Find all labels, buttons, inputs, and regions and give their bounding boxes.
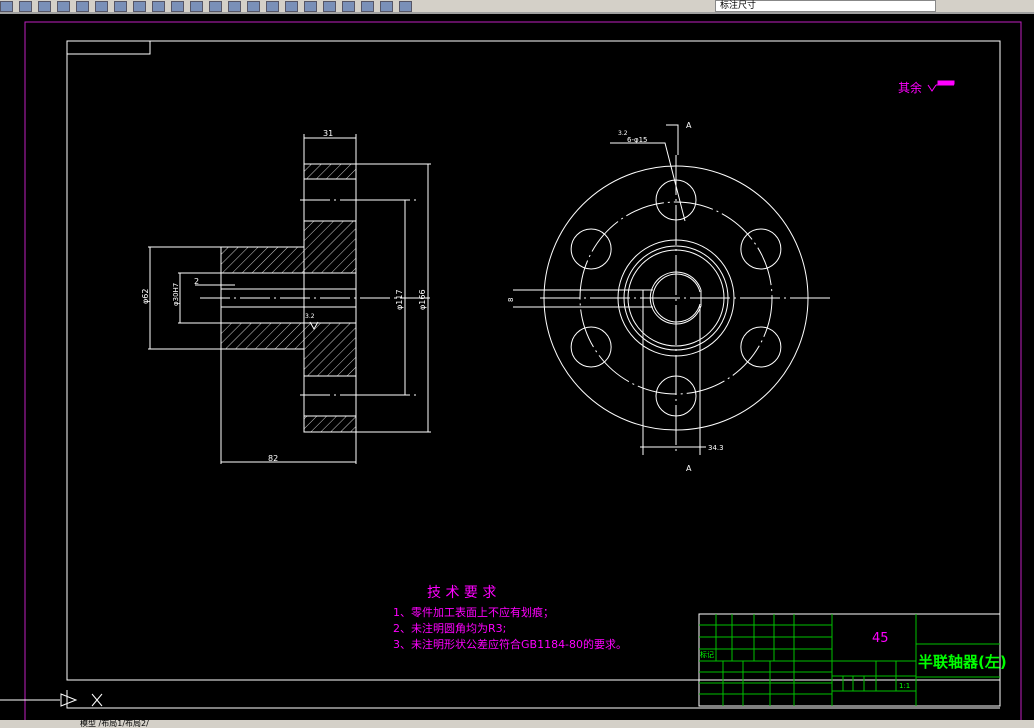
print-icon[interactable]: [19, 0, 32, 12]
preview-icon[interactable]: [38, 0, 51, 12]
dim-holes: 6-φ15: [627, 136, 648, 144]
status-bar: 模型 /布局1/布局2/: [0, 720, 1034, 728]
tool-palette-icon[interactable]: [304, 0, 317, 12]
zoom-realtime-icon[interactable]: [209, 0, 222, 12]
calculator-icon[interactable]: [361, 0, 374, 12]
scale: 1:1: [899, 682, 910, 690]
dim-width-bottom: 82: [268, 454, 278, 463]
requirements-title: 技 术 要 求: [427, 585, 496, 601]
dim-bolt-diameter: φ117: [395, 289, 404, 310]
layer-value: 标注尺寸: [720, 1, 757, 11]
frame-corner-box: [66, 40, 151, 55]
front-view: [513, 124, 830, 455]
mark-label: 标记: [700, 650, 714, 659]
requirement-3: 3、未注明形状公差应符合GB1184-80的要求。: [393, 637, 627, 651]
dim-width-top: 31: [323, 129, 333, 138]
sheet-set-icon[interactable]: [323, 0, 336, 12]
dim-hub-diameter: φ62: [141, 289, 150, 304]
layer-dropdown[interactable]: 标注尺寸: [715, 0, 936, 12]
dim-key-depth: 34.3: [708, 444, 724, 452]
dim-bore-diameter: φ30H7: [172, 283, 180, 306]
markup-icon[interactable]: [342, 0, 355, 12]
bolt-hole: [570, 228, 612, 270]
dim-key-width: 8: [507, 298, 515, 302]
pan-icon[interactable]: [190, 0, 203, 12]
ucs-icon: [0, 690, 1000, 709]
paste-icon[interactable]: [114, 0, 127, 12]
help-icon[interactable]: [380, 0, 393, 12]
undo-icon[interactable]: [152, 0, 165, 12]
cut-icon[interactable]: [76, 0, 89, 12]
drawing-canvas[interactable]: 其余 31 82 2 3.2 φ117 φ166 φ62 φ30H7 A A 3…: [0, 14, 1034, 720]
dim-outer-diameter: φ166: [418, 289, 427, 310]
bolt-hole: [740, 228, 782, 270]
tab-model[interactable]: 模型: [80, 719, 96, 728]
bolt-hole: [570, 326, 612, 368]
layer-manager-icon[interactable]: [399, 0, 412, 12]
part-name: 半联轴器(左): [918, 653, 1007, 671]
properties-icon[interactable]: [266, 0, 279, 12]
drawing-frame: [66, 40, 1001, 681]
publish-icon[interactable]: [57, 0, 70, 12]
roughness-symbol-icon: [927, 80, 955, 92]
requirement-1: 1、零件加工表面上不应有划痕；: [393, 605, 554, 619]
surface-note: 其余: [898, 80, 922, 95]
dim-roughness-left: 3.2: [305, 313, 315, 320]
zoom-window-icon[interactable]: [228, 0, 241, 12]
tab-layouts[interactable]: /布局1/布局2/: [99, 719, 149, 728]
dim-offset: 2: [194, 277, 199, 286]
section-label-top: A: [686, 121, 692, 130]
match-icon[interactable]: [133, 0, 146, 12]
save-icon[interactable]: [0, 0, 13, 12]
section-label-bottom: A: [686, 464, 692, 473]
zoom-previous-icon[interactable]: [247, 0, 260, 12]
material: 45: [872, 631, 889, 646]
design-center-icon[interactable]: [285, 0, 298, 12]
section-view: [148, 134, 431, 464]
copy-icon[interactable]: [95, 0, 108, 12]
redo-icon[interactable]: [171, 0, 184, 12]
requirement-2: 2、未注明圆角均为R3;: [393, 621, 506, 635]
bolt-hole: [740, 326, 782, 368]
